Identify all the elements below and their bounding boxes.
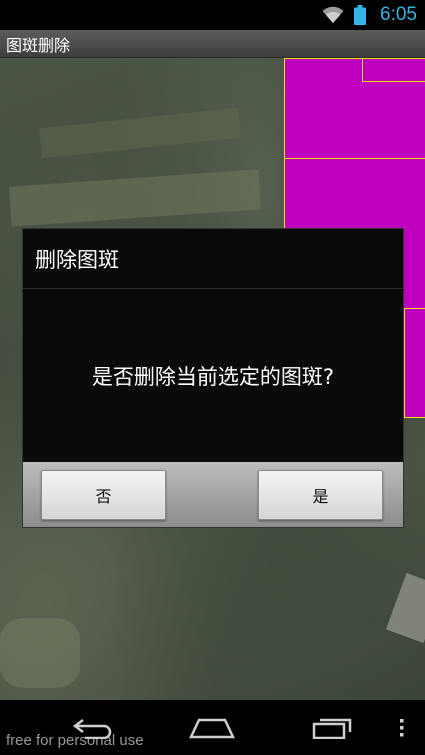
- dialog-button-bar: 否 是: [23, 462, 403, 527]
- map-field-patch: [8, 169, 262, 227]
- home-icon[interactable]: [182, 700, 242, 755]
- map-parcel[interactable]: [362, 58, 425, 82]
- dialog-body: 是否删除当前选定的图斑?: [23, 289, 403, 462]
- map-field-patch: [38, 107, 242, 159]
- wifi-icon: [322, 6, 344, 24]
- screen: 6:05 图斑删除 删除图斑 是否删除当前选定的图斑? 否 是 free for…: [0, 0, 425, 755]
- watermark-text: free for personal use: [6, 732, 144, 749]
- dialog-title: 删除图斑: [35, 247, 119, 272]
- map-field-patch: [0, 618, 80, 688]
- map-parcel[interactable]: [404, 308, 425, 418]
- yes-button[interactable]: 是: [258, 469, 383, 520]
- dialog-message: 是否删除当前选定的图斑?: [91, 364, 335, 389]
- map-road-patch: [385, 572, 425, 644]
- recent-apps-icon[interactable]: [302, 700, 362, 755]
- delete-parcel-dialog: 删除图斑 是否删除当前选定的图斑? 否 是: [22, 228, 404, 528]
- app-title: 图斑删除: [6, 35, 71, 55]
- dialog-header: 删除图斑: [23, 229, 403, 289]
- clock: 6:05: [380, 4, 417, 25]
- no-button[interactable]: 否: [41, 469, 166, 520]
- status-bar: 6:05: [0, 0, 425, 30]
- title-bar: 图斑删除: [0, 30, 425, 58]
- battery-icon: [354, 5, 367, 25]
- overflow-menu-icon[interactable]: [392, 700, 412, 755]
